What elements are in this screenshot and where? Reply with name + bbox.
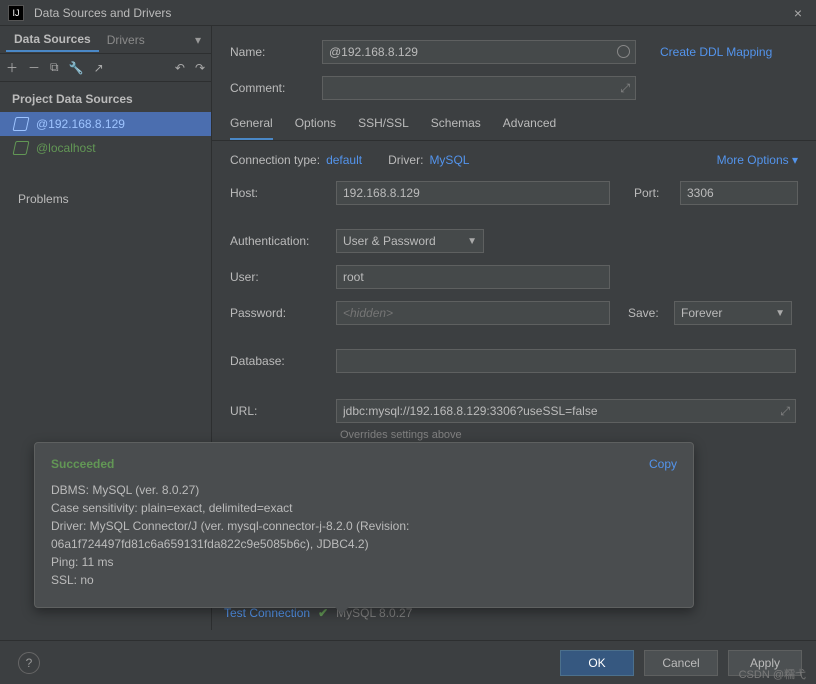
app-icon: IJ [8, 5, 24, 21]
tab-advanced[interactable]: Advanced [503, 116, 556, 140]
url-hint: Overrides settings above [212, 429, 816, 441]
expand-icon[interactable]: ⤢ [620, 81, 630, 96]
popup-line: Driver: MySQL Connector/J (ver. mysql-co… [51, 517, 677, 535]
chevron-down-icon: ▼ [775, 308, 785, 319]
redo-icon[interactable]: ↷ [195, 61, 205, 75]
help-icon[interactable]: ? [18, 652, 40, 674]
url-input[interactable] [336, 399, 796, 423]
copy-link[interactable]: Copy [649, 457, 677, 471]
popup-line: Case sensitivity: plain=exact, delimited… [51, 499, 677, 517]
chevron-down-icon[interactable]: ▾ [191, 33, 205, 47]
create-ddl-link[interactable]: Create DDL Mapping [660, 45, 772, 59]
save-value: Forever [681, 306, 722, 320]
dialog-footer: ? OK Cancel Apply [0, 640, 816, 684]
tab-ssh[interactable]: SSH/SSL [358, 116, 409, 140]
tab-general[interactable]: General [230, 116, 273, 140]
test-connection-link[interactable]: Test Connection [224, 606, 310, 620]
popup-body: DBMS: MySQL (ver. 8.0.27) Case sensitivi… [51, 481, 677, 589]
database-input[interactable] [336, 349, 796, 373]
tab-data-sources[interactable]: Data Sources [6, 28, 99, 52]
tab-schemas[interactable]: Schemas [431, 116, 481, 140]
comment-label: Comment: [230, 81, 310, 95]
name-label: Name: [230, 45, 310, 59]
watermark: CSDN @糯弋 [739, 666, 806, 682]
database-icon [13, 141, 30, 155]
conntype-label: Connection type: [230, 153, 320, 167]
auth-select[interactable]: User & Password ▼ [336, 229, 484, 253]
port-input[interactable] [680, 181, 798, 205]
database-label: Database: [230, 354, 326, 368]
popup-line: SSL: no [51, 571, 677, 589]
remove-icon[interactable]: － [28, 59, 40, 76]
password-label: Password: [230, 306, 326, 320]
database-icon [13, 117, 30, 131]
host-label: Host: [230, 186, 326, 200]
url-label: URL: [230, 404, 326, 418]
popup-line: 06a1f724497fd81c6a659131fda822c9e5085b6c… [51, 535, 677, 553]
comment-input[interactable] [322, 76, 636, 100]
auth-label: Authentication: [230, 234, 326, 248]
section-header: Project Data Sources [0, 82, 211, 112]
open-icon[interactable]: ↗ [94, 61, 104, 75]
password-input[interactable] [336, 301, 610, 325]
add-icon[interactable]: ＋ [6, 59, 18, 76]
copy-icon[interactable]: ⧉ [50, 60, 59, 75]
chevron-down-icon: ▼ [467, 236, 477, 247]
ok-button[interactable]: OK [560, 650, 634, 676]
save-select[interactable]: Forever ▼ [674, 301, 792, 325]
datasource-label: @192.168.8.129 [36, 117, 125, 131]
datasource-label: @localhost [36, 141, 96, 155]
host-input[interactable] [336, 181, 610, 205]
driver-value[interactable]: MySQL [429, 153, 469, 167]
sidebar-toolbar: ＋ － ⧉ 🔧 ↗ ↶ ↷ [0, 54, 211, 82]
check-icon: ✔ [318, 606, 328, 620]
driver-label: Driver: [388, 153, 423, 167]
test-result-popup: Succeeded Copy DBMS: MySQL (ver. 8.0.27)… [34, 442, 694, 608]
tab-options[interactable]: Options [295, 116, 336, 140]
tab-drivers[interactable]: Drivers [99, 29, 153, 51]
close-icon[interactable]: × [788, 5, 808, 21]
more-options-link[interactable]: More Options ▾ [717, 153, 798, 167]
sidebar-tabs: Data Sources Drivers ▾ [0, 26, 211, 54]
auth-value: User & Password [343, 234, 436, 248]
user-input[interactable] [336, 265, 610, 289]
title-bar: IJ Data Sources and Drivers × [0, 0, 816, 26]
wrench-icon[interactable]: 🔧 [69, 61, 84, 75]
color-circle-icon[interactable] [617, 45, 630, 58]
popup-line: Ping: 11 ms [51, 553, 677, 571]
window-title: Data Sources and Drivers [34, 6, 171, 20]
datasource-item[interactable]: @192.168.8.129 [0, 112, 211, 136]
save-label: Save: [628, 306, 664, 320]
conntype-value[interactable]: default [326, 153, 362, 167]
datasource-item[interactable]: @localhost [0, 136, 211, 160]
port-label: Port: [634, 186, 670, 200]
expand-icon[interactable]: ⤢ [780, 404, 790, 419]
user-label: User: [230, 270, 326, 284]
cancel-button[interactable]: Cancel [644, 650, 718, 676]
undo-icon[interactable]: ↶ [175, 61, 185, 75]
content-tabs: General Options SSH/SSL Schemas Advanced [212, 106, 816, 141]
problems-link[interactable]: Problems [0, 174, 211, 224]
status-badge: Succeeded [51, 457, 114, 471]
name-input[interactable] [322, 40, 636, 64]
popup-line: DBMS: MySQL (ver. 8.0.27) [51, 481, 677, 499]
